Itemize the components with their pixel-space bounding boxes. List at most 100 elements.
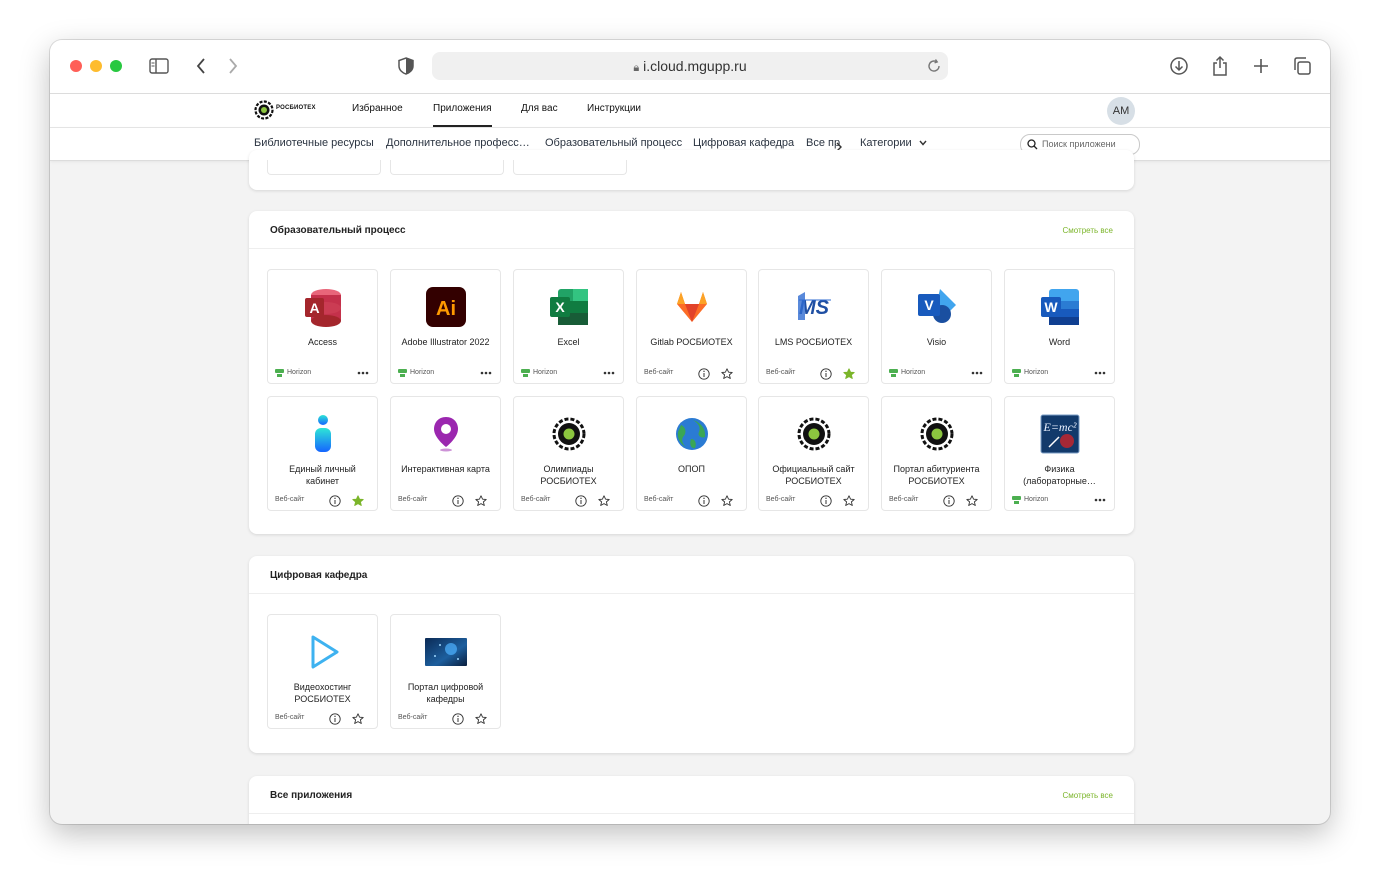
shield-icon[interactable] (394, 54, 418, 78)
minimize-window-button[interactable] (90, 60, 102, 72)
more-options-icon[interactable] (356, 366, 370, 380)
app-tile[interactable]: V Visio Horizon (881, 269, 992, 384)
see-all-link[interactable]: Смотреть все (1062, 211, 1113, 250)
section-digital-department: Цифровая кафедра Видеохостинг РОСБИОТЕХ В… (249, 556, 1134, 753)
app-tile[interactable]: MS LMS РОСБИОТЕХ Веб-сайт (758, 269, 869, 384)
app-type: Horizon (398, 366, 434, 380)
app-tile[interactable]: Gitlab РОСБИОТЕХ Веб-сайт (636, 269, 747, 384)
app-type: Веб-сайт (398, 711, 427, 725)
app-footer: Веб-сайт (889, 493, 984, 507)
reload-icon[interactable] (926, 58, 942, 74)
info-icon[interactable] (820, 494, 832, 507)
app-tile[interactable]: Интерактивная карта Веб-сайт (390, 396, 501, 511)
app-tile[interactable]: Единый личный кабинет Веб-сайт (267, 396, 378, 511)
tab-overview-icon[interactable] (1290, 54, 1314, 78)
star-icon[interactable] (475, 712, 487, 724)
address-bar[interactable]: 🔒︎ i.cloud.mgupp.ru (432, 52, 948, 80)
app-tile[interactable]: Портал цифровой кафедры Веб-сайт (390, 614, 501, 729)
app-name: Adobe Illustrator 2022 (401, 337, 490, 347)
cabinet-icon (302, 413, 344, 455)
nav-for-you[interactable]: Для вас (521, 94, 558, 127)
browser-toolbar: 🔒︎ i.cloud.mgupp.ru (50, 40, 1330, 94)
close-window-button[interactable] (70, 60, 82, 72)
app-tile[interactable]: A Access Horizon (267, 269, 378, 384)
prev-tile-fragment (267, 160, 381, 175)
info-icon[interactable] (452, 712, 464, 725)
app-footer: Horizon (521, 366, 616, 380)
sidebar-toggle-icon[interactable] (147, 54, 171, 78)
app-tile[interactable]: Ai Adobe Illustrator 2022 Horizon (390, 269, 501, 384)
app-tile[interactable]: Официальный сайт РОСБИОТЕХ Веб-сайт (758, 396, 869, 511)
app-type: Веб-сайт (275, 711, 304, 725)
app-tile[interactable]: X Excel Horizon (513, 269, 624, 384)
categories-label: Категории (860, 137, 912, 149)
more-options-icon[interactable] (1093, 493, 1107, 507)
star-icon[interactable] (721, 367, 733, 379)
app-header: РОСБИОТЕХ Избранное Приложения Для вас И… (50, 94, 1330, 128)
app-type: Веб-сайт (766, 366, 795, 380)
app-tile[interactable]: W Word Horizon (1004, 269, 1115, 384)
star-icon[interactable] (843, 494, 855, 506)
rosbiotech-icon (793, 413, 835, 455)
share-icon[interactable] (1208, 54, 1232, 78)
logo[interactable]: РОСБИОТЕХ (254, 100, 326, 120)
zoom-window-button[interactable] (110, 60, 122, 72)
app-name: Access (307, 337, 337, 347)
app-tile[interactable]: Видеохостинг РОСБИОТЕХ Веб-сайт (267, 614, 378, 729)
svg-text:A: A (309, 300, 319, 316)
section-all-apps: Все приложения Смотреть все (249, 776, 1134, 824)
svg-text:V: V (924, 297, 934, 313)
more-options-icon[interactable] (479, 366, 493, 380)
back-icon[interactable] (189, 54, 213, 78)
star-icon[interactable] (475, 494, 487, 506)
star-icon[interactable] (352, 712, 364, 724)
app-type: Веб-сайт (644, 493, 673, 507)
app-tile[interactable]: Олимпиады РОСБИОТЕХ Веб-сайт (513, 396, 624, 511)
word-icon: W (1039, 286, 1081, 328)
app-tile[interactable]: Портал абитуриента РОСБИОТЕХ Веб-сайт (881, 396, 992, 511)
star-icon[interactable] (721, 494, 733, 506)
star-icon[interactable] (598, 494, 610, 506)
app-tile[interactable]: E=mc² Физика (лабораторные… Horizon (1004, 396, 1115, 511)
info-icon[interactable] (943, 494, 955, 507)
star-filled-icon[interactable] (843, 367, 855, 379)
nav-favorites[interactable]: Избранное (352, 94, 403, 127)
more-options-icon[interactable] (1093, 366, 1107, 380)
see-all-link[interactable]: Смотреть все (1062, 776, 1113, 815)
avatar[interactable]: АМ (1107, 97, 1135, 125)
app-type-label: Веб-сайт (521, 496, 551, 503)
app-type: Веб-сайт (644, 366, 673, 380)
more-options-icon[interactable] (970, 366, 984, 380)
download-icon[interactable] (1167, 54, 1191, 78)
search-icon (1027, 139, 1038, 150)
app-name: Портал абитуриента РОСБИОТЕХ (893, 464, 980, 486)
nav-applications[interactable]: Приложения (433, 94, 492, 127)
info-icon[interactable] (820, 367, 832, 380)
section-educational-process: Образовательный процесс Смотреть все A Ac… (249, 211, 1134, 534)
app-name: Портал цифровой кафедры (407, 682, 484, 704)
chevron-down-icon (919, 140, 927, 146)
info-icon[interactable] (329, 494, 341, 507)
prev-tile-fragment (390, 160, 504, 175)
play-icon (302, 631, 344, 673)
info-icon[interactable] (575, 494, 587, 507)
star-icon[interactable] (966, 494, 978, 506)
forward-icon[interactable] (221, 54, 245, 78)
info-icon[interactable] (452, 494, 464, 507)
app-footer: Horizon (275, 366, 370, 380)
info-icon[interactable] (698, 494, 710, 507)
nav-instructions[interactable]: Инструкции (587, 94, 641, 127)
app-footer: Веб-сайт (398, 711, 493, 725)
app-tile[interactable]: ОПОП Веб-сайт (636, 396, 747, 511)
new-tab-icon[interactable] (1249, 54, 1273, 78)
star-filled-icon[interactable] (352, 494, 364, 506)
app-type: Веб-сайт (275, 493, 304, 507)
app-name: LMS РОСБИОТЕХ (774, 337, 853, 347)
app-type-label: Horizon (533, 369, 558, 376)
section-header: Образовательный процесс Смотреть все (249, 211, 1134, 249)
info-icon[interactable] (329, 712, 341, 725)
illustrator-icon: Ai (425, 286, 467, 328)
logo-text: РОСБИОТЕХ (276, 105, 316, 111)
info-icon[interactable] (698, 367, 710, 380)
more-options-icon[interactable] (602, 366, 616, 380)
